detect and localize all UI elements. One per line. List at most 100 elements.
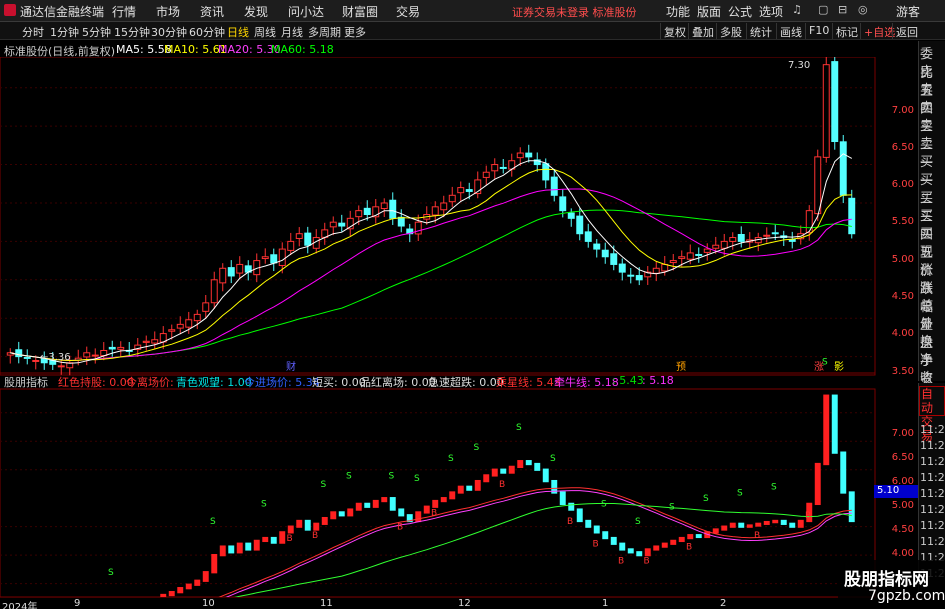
ma20-line (10, 188, 852, 362)
sell-signal: S (448, 454, 454, 464)
period-multi[interactable]: 多周期 (308, 24, 341, 40)
btn-f10[interactable]: F10 (805, 23, 832, 39)
menu-hangqing[interactable]: 行情 (112, 3, 136, 20)
btn-gongneng[interactable]: 功能 (666, 3, 690, 20)
ind-bar (746, 524, 753, 528)
window-icon[interactable]: ⊟ (838, 3, 847, 16)
period-fenshi[interactable]: 分时 (22, 24, 44, 40)
login-notice[interactable]: 证券交易未登录 标准股份 (512, 4, 637, 20)
btn-gongshi[interactable]: 公式 (728, 3, 752, 20)
candle-body (499, 166, 507, 169)
date-axis: 2024年 9 10 11 12 1 2 (0, 597, 945, 609)
menu-zixun[interactable]: 资讯 (200, 3, 224, 20)
ind-bar (185, 583, 192, 590)
auto-trade-button[interactable]: 自动交易 (919, 386, 945, 443)
ind-bar (789, 522, 796, 528)
ind-bar (840, 451, 847, 494)
btn-fuquan[interactable]: 复权 (660, 23, 689, 39)
candle-body (610, 253, 618, 265)
price-tick: 4.00 (891, 328, 914, 339)
ind-item-1: 今离场价: (126, 376, 174, 389)
menu-caifuquan[interactable]: 财富圈 (342, 3, 378, 20)
ind-tick: 5.00 (891, 500, 914, 511)
candle-body (338, 222, 346, 227)
candle-body (729, 237, 737, 242)
trade-time: 11:29 (920, 519, 945, 532)
ind-bar (228, 545, 235, 554)
ind-bar (338, 511, 345, 517)
candle-body (516, 152, 524, 159)
candle-body (822, 64, 830, 158)
ind-bar (661, 542, 668, 548)
candle-body (491, 164, 499, 172)
ind-item-8: 牵牛线: 5.18 (554, 376, 619, 389)
menu-faxian[interactable]: 发现 (244, 3, 268, 20)
menu-wenxiaoda[interactable]: 问小达 (288, 3, 324, 20)
candle-body (457, 187, 465, 194)
ind-bar (177, 587, 184, 594)
menu-shichang[interactable]: 市场 (156, 3, 180, 20)
menu-jiaoyi[interactable]: 交易 (396, 3, 420, 20)
ind-bar (457, 485, 464, 494)
ind-bar (534, 462, 541, 471)
btn-biaoji[interactable]: 标记 (832, 23, 861, 39)
period-5min[interactable]: 5分钟 (82, 24, 111, 40)
guest-label[interactable]: 游客 (896, 3, 920, 20)
sell-signal: S (550, 454, 556, 464)
period-30min[interactable]: 30分钟 (151, 24, 187, 40)
ind-bar (627, 548, 634, 554)
candle-body (414, 221, 422, 235)
kline-chart[interactable]: SSSSSSSSSSSSSSSSSSBBBBBBBBBBBBB7.30←3.36… (0, 57, 918, 597)
ind-bar (644, 548, 651, 557)
period-weekly[interactable]: 周线 (254, 24, 276, 40)
period-60min[interactable]: 60分钟 (189, 24, 225, 40)
ind-bar (168, 591, 175, 597)
ind-bar (517, 460, 524, 469)
ind-bar (211, 554, 218, 574)
buy-signal: B (287, 534, 293, 544)
sell-signal: S (669, 503, 675, 513)
period-1min[interactable]: 1分钟 (50, 24, 79, 40)
ind-tick: 6.50 (891, 452, 914, 463)
ma60-line (10, 209, 852, 362)
candle-body (261, 256, 269, 260)
candle-body (278, 248, 286, 266)
date-tick: 12 (458, 598, 471, 609)
btn-duogu[interactable]: 多股 (716, 23, 745, 39)
candle-body (440, 202, 448, 211)
sell-signal: S (346, 471, 352, 481)
period-daily[interactable]: 日线 (227, 24, 249, 40)
minimize-icon[interactable]: ▢ (818, 3, 828, 16)
btn-banmian[interactable]: 版面 (697, 3, 721, 20)
btn-tongji[interactable]: 统计 (746, 23, 775, 39)
ind-bar (270, 536, 277, 544)
period-more[interactable]: 更多 (344, 24, 366, 40)
ind-bar (364, 502, 371, 508)
date-tick: 2 (720, 598, 727, 609)
ind-item-0: 红色持股: 0.00 (58, 376, 134, 389)
btn-huaxian[interactable]: 画线 (776, 23, 805, 39)
ind-bar (296, 519, 303, 528)
candle-body (618, 263, 626, 273)
bell-icon[interactable]: ♫ (792, 3, 802, 16)
btn-xuanxiang[interactable]: 选项 (759, 3, 783, 20)
candle-body (304, 232, 312, 246)
ind-bar (423, 505, 430, 514)
candle-body (287, 240, 295, 251)
trade-time: 11:29 (920, 455, 945, 468)
sell-signal: S (108, 568, 114, 578)
candle-body (712, 244, 720, 249)
candle-body (202, 302, 210, 312)
date-tick: 1 (602, 598, 609, 609)
sell-signal: S (516, 423, 522, 433)
btn-diejia[interactable]: 叠加 (688, 23, 717, 39)
ind-bar (245, 542, 252, 551)
user-icon[interactable]: ◎ (858, 3, 868, 16)
candle-body (559, 196, 567, 212)
ma10-line (10, 168, 852, 362)
ind-bar (219, 545, 226, 557)
period-15min[interactable]: 15分钟 (114, 24, 150, 40)
period-monthly[interactable]: 月线 (281, 24, 303, 40)
btn-back[interactable]: 返回 (892, 23, 921, 39)
price-tick: 6.50 (891, 142, 914, 153)
